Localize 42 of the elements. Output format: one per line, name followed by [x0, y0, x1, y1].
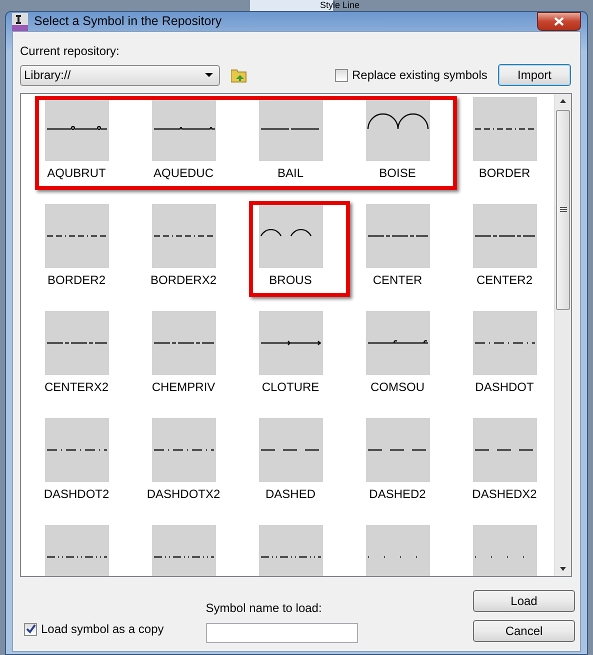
repository-dropdown[interactable]: Library:// — [20, 64, 220, 86]
dropdown-value: Library:// — [24, 67, 72, 84]
field-label: Current repository: — [20, 43, 120, 60]
symbol-name: DASHED — [265, 486, 316, 503]
symbol-name: CHEMPRIV — [152, 379, 216, 396]
checkbox-label: Replace existing symbols — [352, 67, 488, 84]
folder-icon[interactable] — [231, 68, 248, 82]
symbol-name: AQUEDUC — [153, 165, 214, 182]
field-label: Symbol name to load: — [206, 600, 323, 617]
symbol-name: BROUS — [269, 272, 312, 289]
symbol-name: CENTER2 — [476, 272, 532, 289]
checkbox-label: Load symbol as a copy — [41, 621, 164, 638]
symbol-name: CENTER — [372, 272, 422, 289]
import-button[interactable]: Import — [498, 64, 571, 86]
symbol-name: DASHDOTX2 — [146, 486, 220, 503]
window-title: Select a Symbol in the Repository — [34, 13, 222, 30]
symbol-name: BORDER2 — [47, 272, 106, 289]
symbol-name: DASHDOT2 — [44, 486, 110, 503]
close-button[interactable] — [537, 12, 581, 31]
symbol-name: CENTERX2 — [44, 379, 108, 396]
symbol-name: DASHDOT — [475, 379, 534, 396]
scrollbar[interactable] — [554, 94, 571, 576]
symbol-name: CLOTURE — [262, 379, 320, 396]
grip-icon — [560, 207, 566, 213]
checkbox[interactable] — [335, 68, 348, 82]
symbol-name: AQUBRUT — [47, 165, 106, 182]
checkbox[interactable] — [24, 622, 37, 636]
cancel-button[interactable]: Cancel — [473, 620, 575, 642]
input-field[interactable] — [206, 623, 358, 643]
symbol-name: DASHEDX2 — [472, 486, 537, 503]
symbol-name: DASHED2 — [369, 486, 426, 503]
caret-icon — [205, 73, 213, 77]
close-icon — [554, 17, 564, 26]
symbol-name: COMSOU — [370, 379, 424, 396]
symbol-name: BOISE — [379, 165, 416, 182]
load-button[interactable]: Load — [473, 590, 575, 612]
symbol-name: BORDER — [478, 165, 530, 182]
app-icon — [12, 12, 28, 30]
symbol-name: BORDERX2 — [150, 272, 217, 289]
scrollbar-thumb[interactable] — [556, 110, 570, 310]
symbol-name: BAIL — [277, 165, 304, 182]
window-title: Style Line — [320, 0, 360, 10]
